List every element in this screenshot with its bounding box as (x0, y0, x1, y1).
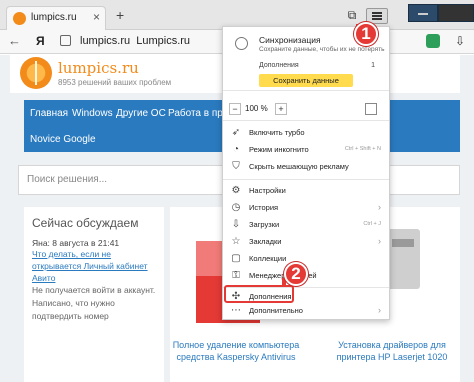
sync-addons-count: 1 (371, 62, 375, 69)
site-name[interactable]: lumpics.ru (58, 59, 139, 77)
menu-item-history[interactable]: ◷ История › (223, 200, 389, 217)
menu-item-hide-ads[interactable]: ⛉ Скрыть мешающую рекламу (223, 159, 389, 176)
shield-icon: ⛉ (232, 161, 240, 172)
key-icon: ⚿ (232, 270, 240, 281)
menu-item-shortcut: Ctrl + Shift + N (344, 146, 381, 152)
download-icon: ⇩ (231, 219, 241, 230)
search-placeholder: Поиск решения... (27, 174, 108, 185)
kaspersky-article-link[interactable]: Полное удаление компьютера средства Kasp… (170, 339, 302, 363)
back-arrow-icon[interactable]: ← (8, 33, 21, 48)
nav-item-home[interactable]: Главная (30, 108, 68, 119)
menu-item-turbo[interactable]: ➶ Включить турбо (223, 125, 389, 142)
nav-item-windows[interactable]: Windows (72, 108, 113, 119)
menu-item-label: Коллекции (249, 254, 287, 263)
nav-item-google[interactable]: Novice Google (30, 134, 96, 145)
sync-title[interactable]: Синхронизация (259, 35, 321, 45)
comments-title: Сейчас обсуждаем (32, 216, 139, 230)
more-icon: ⋯ (231, 305, 241, 316)
gear-icon: ⚙ (231, 185, 241, 196)
comment-author: Яна: 8 августа в 21:41 (32, 238, 120, 248)
collections-icon: ▢ (231, 253, 241, 264)
star-icon: ☆ (231, 236, 241, 247)
menu-item-label: Настройки (249, 186, 286, 195)
printer-image[interactable] (386, 229, 420, 289)
menu-item-label: Загрузки (249, 220, 280, 229)
tab-close-icon[interactable]: × (93, 10, 100, 24)
tab-title: lumpics.ru (31, 12, 77, 23)
menu-item-label: Скрыть мешающую рекламу (249, 162, 349, 171)
menu-item-more[interactable]: ⋯ Дополнительно › (223, 303, 389, 320)
comment-article-link[interactable]: Что делать, если не открывается Личный к… (32, 248, 156, 284)
menu-item-collections[interactable]: ▢ Коллекции (223, 251, 389, 268)
site-favicon-icon (13, 12, 26, 25)
rocket-icon: ➶ (231, 127, 241, 138)
addons-highlight-frame (224, 285, 294, 303)
menu-item-label: Включить турбо (249, 128, 305, 137)
close-window-button[interactable] (438, 4, 474, 22)
yandex-logo[interactable]: Я (36, 34, 45, 48)
extension-icon[interactable] (426, 34, 440, 48)
zoom-controls: − 100 % + (223, 99, 389, 121)
history-icon: ◷ (231, 202, 241, 213)
menu-item-label: Закладки (249, 237, 282, 246)
url-domain: lumpics.ru (80, 35, 131, 47)
menu-item-label: Дополнительно (249, 306, 303, 315)
menu-item-incognito[interactable]: ◔ Режим инкогнито Ctrl + Shift + N (223, 142, 389, 159)
minimize-button[interactable] (408, 4, 438, 22)
chevron-right-icon: › (378, 202, 381, 212)
browser-tab[interactable]: lumpics.ru × (6, 6, 106, 30)
menu-item-label: История (249, 203, 279, 212)
menu-item-shortcut: Ctrl + J (363, 221, 381, 227)
menu-divider (223, 179, 389, 180)
sync-description: Сохраните данные, чтобы их не потерять (259, 46, 385, 53)
chevron-right-icon: › (378, 236, 381, 246)
avatar-icon (235, 37, 248, 50)
save-data-button[interactable]: Сохранить данные (259, 74, 353, 87)
url-page-title: Lumpics.ru (136, 35, 191, 47)
chevron-right-icon: › (378, 305, 381, 315)
zoom-level: 100 % (245, 104, 268, 113)
sync-addons-label: Дополнения (259, 62, 299, 69)
download-icon[interactable]: ⇩ (452, 33, 468, 49)
zoom-out-button[interactable]: − (229, 103, 241, 115)
nav-item-other-os[interactable]: Другие ОС (116, 108, 166, 119)
callout-badge-1: 1 (354, 22, 378, 46)
menu-item-bookmarks[interactable]: ☆ Закладки › (223, 234, 389, 251)
new-tab-button[interactable]: + (116, 7, 124, 23)
bookmark-icon[interactable]: ⧉ (344, 7, 360, 23)
comments-widget: Сейчас обсуждаем Яна: 8 августа в 21:41 … (24, 207, 164, 382)
menu-item-downloads[interactable]: ⇩ Загрузки Ctrl + J (223, 217, 389, 234)
url-field[interactable]: lumpics.ru Lumpics.ru (80, 35, 190, 47)
zoom-in-button[interactable]: + (275, 103, 287, 115)
comment-text: Не получается войти в аккаунт. Написано,… (32, 285, 156, 321)
menu-item-settings[interactable]: ⚙ Настройки (223, 183, 389, 200)
printer-article-link[interactable]: Установка драйверов для принтера HP Lase… (326, 339, 458, 363)
orange-logo-icon[interactable] (20, 57, 52, 89)
fullscreen-icon[interactable] (365, 103, 377, 115)
callout-badge-2: 2 (284, 262, 308, 286)
menu-item-label: Режим инкогнито (249, 145, 309, 154)
lock-icon[interactable] (60, 35, 71, 46)
incognito-icon: ◔ (232, 144, 240, 155)
site-tagline: 8953 решений ваших проблем (58, 78, 172, 87)
